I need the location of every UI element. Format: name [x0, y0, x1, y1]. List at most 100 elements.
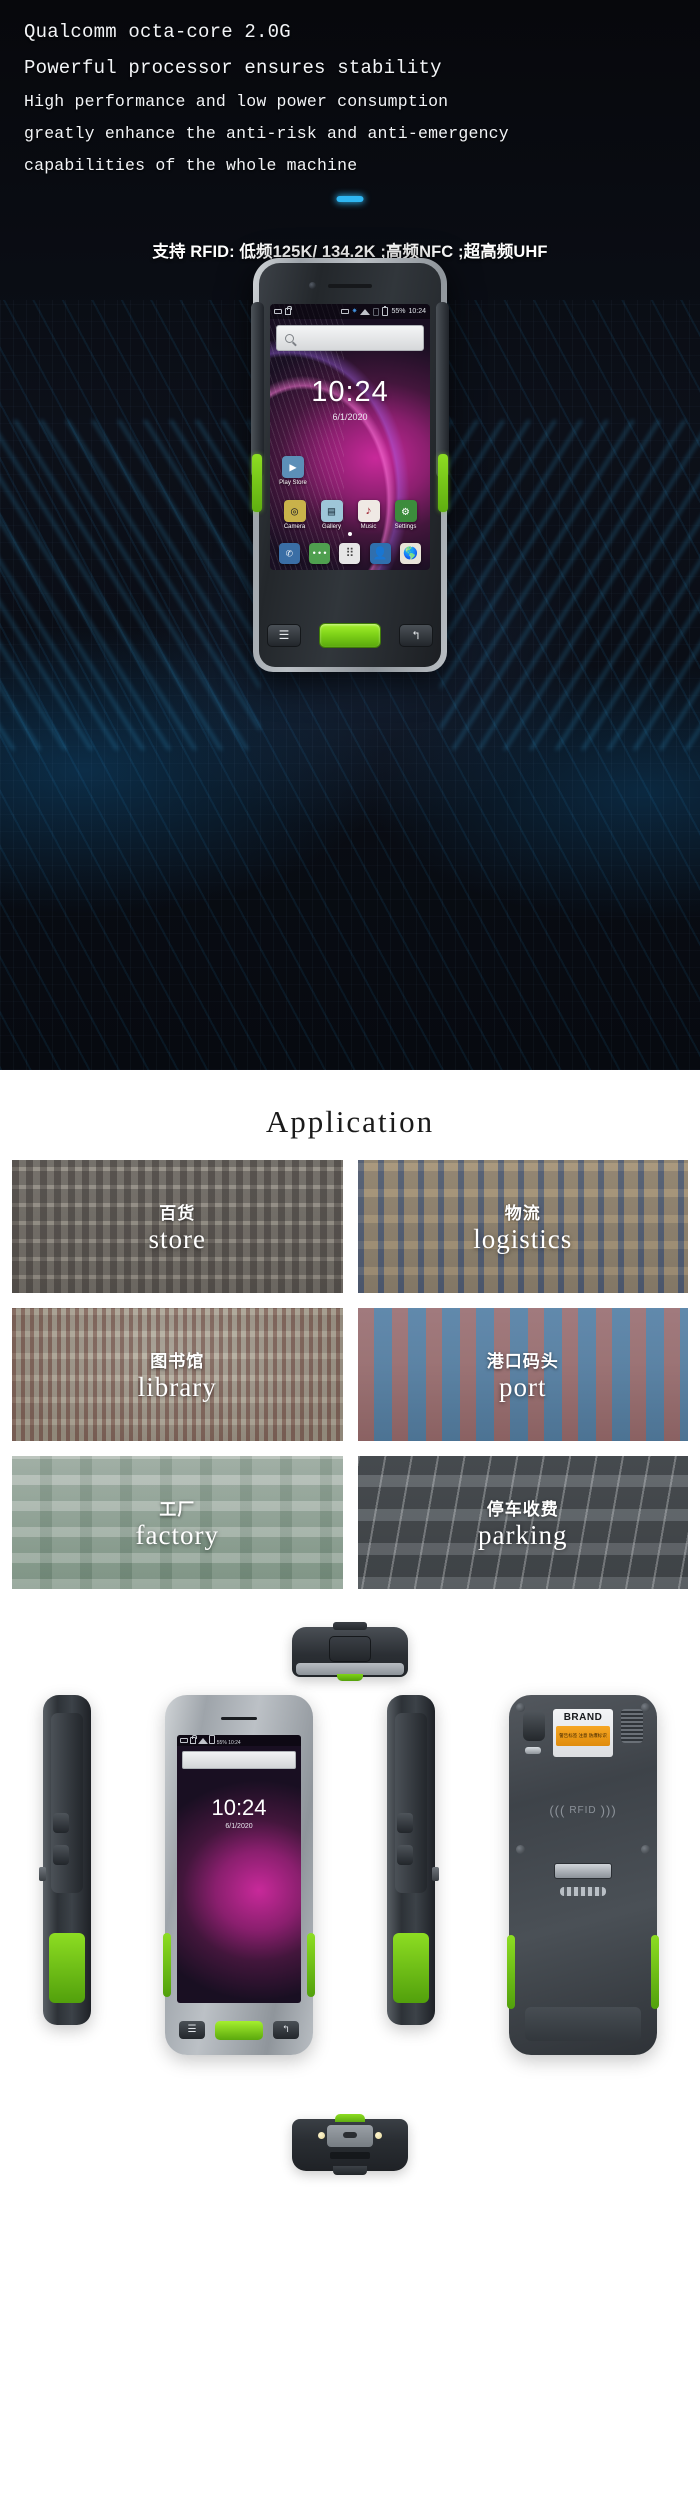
bottom-green-accent: [335, 2114, 365, 2122]
hero-device-image: ✷ 55% 10:24 10:24 6/1/2020 ▶ Play Store …: [251, 258, 449, 672]
product-views-section: 55% 10:24 10:24 6/1/2020 ☰ ↰ BRAND 警告标签 …: [0, 1617, 700, 2177]
top-antenna-nub: [333, 1622, 367, 1630]
app-settings[interactable]: ⚙ Settings: [391, 500, 421, 530]
phone-app-icon[interactable]: ✆: [278, 543, 300, 564]
search-icon: [189, 1757, 196, 1764]
play-store-icon: ▶: [282, 456, 304, 478]
google-search-widget[interactable]: [276, 325, 424, 351]
front-scan-key: [215, 2020, 263, 2040]
spec-text-block: Qualcomm octa-core 2.0G Powerful process…: [0, 0, 700, 182]
bluetooth-icon: ✷: [351, 308, 358, 315]
contacts-app-icon[interactable]: 👤: [369, 543, 391, 564]
rear-speaker-grille: [621, 1709, 643, 1743]
rfid-label: RFID: [569, 1805, 597, 1816]
bottom-slot: [330, 2152, 370, 2159]
application-card-store[interactable]: 百货 store: [12, 1160, 343, 1293]
side-rail: [395, 1713, 427, 1893]
menu-key[interactable]: ☰: [267, 623, 301, 647]
front-status-bar: 55% 10:24: [177, 1735, 301, 1746]
warning-sticker: 警告标签 注意 防爆标识: [556, 1726, 610, 1746]
application-card-factory[interactable]: 工厂 factory: [12, 1456, 343, 1589]
front-lockscreen-date: 6/1/2020: [225, 1823, 253, 1830]
top-housing: [292, 1622, 408, 1681]
product-detail-page: Qualcomm octa-core 2.0G Powerful process…: [0, 0, 700, 2177]
usb-port: [343, 2132, 357, 2138]
card-label-cn: 物流: [504, 1204, 541, 1224]
sms-icon: [274, 309, 282, 314]
home-dock: ✆ ••• ⠿ 👤 🌎: [274, 543, 426, 564]
rfid-zone-marking: ((( RFID ))): [549, 1803, 616, 1818]
front-earpiece: [221, 1717, 257, 1720]
device-views-row: 55% 10:24 10:24 6/1/2020 ☰ ↰ BRAND 警告标签 …: [0, 1695, 700, 2075]
card-label-cn: 图书馆: [150, 1352, 205, 1372]
status-bar-right: ✷ 55% 10:24: [340, 306, 426, 316]
application-card-port[interactable]: 港口码头 port: [357, 1308, 688, 1441]
card-label-cn: 港口码头: [486, 1352, 559, 1372]
side-button-upper: [53, 1813, 69, 1833]
front-camera: [309, 282, 316, 289]
app-label: Play Store: [279, 480, 307, 486]
wifi-icon: [198, 1738, 208, 1744]
application-card-logistics[interactable]: 物流 logistics: [357, 1160, 688, 1293]
lock-icon: [285, 306, 292, 315]
front-screen: 55% 10:24 10:24 6/1/2020: [177, 1735, 301, 2003]
gallery-icon: ▤: [320, 500, 343, 522]
card-label-en: library: [137, 1372, 217, 1403]
app-play-store[interactable]: ▶ Play Store: [278, 456, 308, 486]
application-card-library[interactable]: 图书馆 library: [12, 1308, 343, 1441]
back-pogo-pins: [560, 1887, 606, 1896]
card-label-en: parking: [478, 1520, 568, 1551]
page-indicator-dot: [348, 532, 352, 536]
card-label-en: factory: [135, 1520, 219, 1551]
bottom-tab: [333, 2166, 367, 2175]
spec-line-2: Powerful processor ensures stability: [24, 57, 442, 79]
app-music[interactable]: ♪ Music: [354, 500, 384, 530]
browser-app-icon[interactable]: 🌎: [400, 543, 422, 564]
back-screw-bl: [516, 1845, 525, 1854]
battery-cover: [525, 2007, 641, 2041]
side-clip: [432, 1867, 439, 1881]
back-right-green-accent: [651, 1935, 659, 2009]
spec-line-4: greatly enhance the anti-risk and anti-e…: [24, 124, 509, 143]
messages-app-icon[interactable]: •••: [309, 543, 331, 564]
usb-icon: [340, 309, 349, 314]
app-label: Music: [360, 524, 377, 530]
app-label: Gallery: [321, 524, 341, 530]
accent-divider-bar: [336, 196, 364, 202]
back-dock-connector: [554, 1863, 612, 1879]
home-apps-top-row: ▶ Play Store: [278, 456, 308, 486]
card-label-en: store: [148, 1224, 206, 1255]
app-camera[interactable]: ◎ Camera: [280, 500, 310, 530]
back-key[interactable]: ↰: [399, 623, 433, 647]
side-rail: [51, 1713, 83, 1893]
card-label-cn: 停车收费: [486, 1500, 559, 1520]
battery-percent-label: 55%: [216, 1740, 227, 1746]
wifi-icon: [360, 308, 371, 315]
side-clip: [39, 1867, 46, 1881]
battery-percent-label: 55%: [391, 308, 406, 315]
bottom-led-left: [318, 2132, 325, 2139]
application-card-parking[interactable]: 停车收费 parking: [357, 1456, 688, 1589]
right-green-accent: [438, 454, 448, 512]
back-screw-br: [641, 1845, 650, 1854]
brand-label: BRAND: [563, 1712, 603, 1723]
search-icon: [285, 333, 294, 343]
device-back-view: BRAND 警告标签 注意 防爆标识 ((( RFID ))): [507, 1695, 659, 2055]
scan-trigger-key[interactable]: [319, 622, 381, 648]
lockscreen-clock: 10:24: [311, 376, 389, 408]
bottom-led-right: [375, 2132, 382, 2139]
battery-icon: [209, 1735, 216, 1744]
front-menu-key: ☰: [179, 2021, 205, 2039]
app-drawer-icon[interactable]: ⠿: [339, 543, 361, 564]
spec-line-1: Qualcomm octa-core 2.0G: [24, 21, 291, 43]
hardware-key-row: ☰ ↰: [267, 620, 433, 650]
rear-camera: [523, 1711, 545, 1741]
spec-line-3: High performance and low power consumpti…: [24, 92, 449, 111]
device-bottom-view: [292, 2114, 408, 2175]
side-green-accent: [393, 1933, 429, 2003]
card-label-cn: 百货: [159, 1204, 196, 1224]
lock-icon: [190, 1735, 197, 1744]
app-gallery[interactable]: ▤ Gallery: [317, 500, 347, 530]
side-button-lower: [53, 1845, 69, 1865]
device-screen[interactable]: ✷ 55% 10:24 10:24 6/1/2020 ▶ Play Store …: [270, 304, 430, 570]
